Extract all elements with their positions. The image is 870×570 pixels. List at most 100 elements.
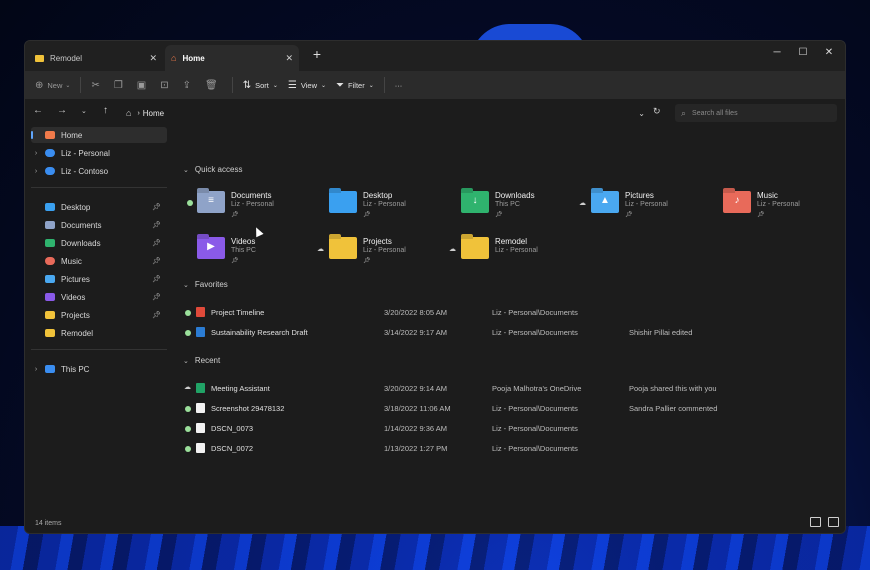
delete-button[interactable]: 🗑 — [205, 80, 222, 91]
rename-button[interactable]: ⊡ — [160, 80, 172, 91]
refresh-button[interactable]: ↻ — [653, 106, 661, 117]
chevron-right-icon[interactable]: › — [31, 366, 41, 373]
pin-icon[interactable]: 📌︎ — [152, 221, 161, 229]
tab-remodel[interactable]: Remodel ✕ — [29, 45, 163, 71]
sort-button[interactable]: ⇅ Sort ⌄ — [243, 80, 278, 91]
file-activity: Shishir Pillai edited — [629, 328, 693, 337]
table-row[interactable]: DSCN_0072 1/13/2022 1:27 PM Liz - Person… — [183, 442, 843, 456]
tab-label: Remodel — [50, 53, 83, 63]
close-window-button[interactable]: ✕ — [819, 47, 839, 58]
pin-icon[interactable]: 📌︎ — [152, 293, 161, 301]
sidebar-item-label: This PC — [61, 364, 90, 374]
pin-icon[interactable]: 📌︎ — [152, 239, 161, 247]
sidebar-item-music[interactable]: Music 📌︎ — [31, 253, 167, 269]
pin-icon[interactable]: 📌︎ — [152, 203, 161, 211]
search-input[interactable]: ⌕ Search all files — [675, 104, 837, 122]
file-location: Liz - Personal\Documents — [492, 424, 578, 433]
sidebar-item-desktop[interactable]: Desktop 📌︎ — [31, 199, 167, 215]
details-view-icon[interactable] — [810, 517, 821, 527]
table-row[interactable]: DSCN_0073 1/14/2022 9:36 AM Liz - Person… — [183, 422, 843, 436]
sidebar-item-liz-personal[interactable]: › Liz - Personal — [31, 145, 167, 161]
quick-access-downloads[interactable]: ↓ Downloads This PC 📌︎ — [449, 189, 577, 225]
sidebar-item-label: Desktop — [61, 202, 91, 212]
music-folder-icon: ♪ — [723, 191, 751, 213]
table-row[interactable]: Screenshot 29478132 3/18/2022 11:06 AM L… — [183, 402, 843, 416]
cut-button[interactable]: ✂ — [91, 80, 103, 91]
copy-button[interactable]: ❐ — [114, 80, 127, 91]
filter-button[interactable]: ⏷ Filter ⌄ — [336, 80, 374, 91]
quick-access-music[interactable]: ♪ Music Liz - Personal 📌︎ — [711, 189, 839, 225]
trash-icon: 🗑 — [205, 79, 218, 91]
quick-access-videos[interactable]: ▶ Videos This PC 📌︎ — [185, 235, 313, 271]
quick-access-desktop[interactable]: Desktop Liz - Personal 📌︎ — [317, 189, 445, 225]
home-icon: ⌂ — [171, 53, 177, 63]
file-name: Meeting Assistant — [211, 384, 270, 393]
share-button[interactable]: ⇪ — [183, 80, 195, 91]
view-button[interactable]: ☰ View ⌄ — [288, 80, 326, 91]
sidebar-item-pictures[interactable]: Pictures 📌︎ — [31, 271, 167, 287]
recent-locations-button[interactable]: ⌄ — [81, 107, 87, 115]
file-date: 3/18/2022 11:06 AM — [384, 404, 451, 413]
item-name: Videos — [231, 237, 256, 246]
cloud-status-icon: ☁ — [449, 246, 456, 253]
breadcrumb[interactable]: Home — [143, 109, 164, 118]
item-location: Liz - Personal — [495, 247, 538, 254]
sidebar-item-remodel[interactable]: Remodel — [31, 325, 167, 341]
forward-button[interactable]: → — [57, 105, 67, 116]
sidebar-item-label: Home — [61, 130, 83, 140]
file-name: Project Timeline — [211, 308, 265, 317]
tiles-view-icon[interactable] — [828, 517, 839, 527]
status-bar-count: 14 items — [35, 520, 62, 527]
close-tab-icon[interactable]: ✕ — [285, 53, 293, 64]
sidebar-item-documents[interactable]: Documents 📌︎ — [31, 217, 167, 233]
sidebar-item-this-pc[interactable]: › This PC — [31, 361, 167, 377]
minimize-button[interactable]: ─ — [767, 47, 787, 58]
sidebar-item-label: Remodel — [61, 328, 94, 338]
onedrive-icon — [45, 149, 55, 157]
quick-access-projects[interactable]: ☁ Projects Liz - Personal 📌︎ — [317, 235, 445, 271]
sidebar-item-projects[interactable]: Projects 📌︎ — [31, 307, 167, 323]
divider — [31, 187, 167, 188]
tab-home[interactable]: ⌂ Home ✕ — [165, 45, 299, 71]
computer-icon — [45, 365, 55, 373]
more-options-button[interactable]: ··· — [395, 81, 403, 90]
back-button[interactable]: ← — [33, 105, 43, 116]
pin-icon: 📌︎ — [625, 212, 633, 218]
chevron-right-icon[interactable]: › — [31, 168, 41, 175]
address-bar[interactable]: ⌂ › Home ⌄ — [123, 104, 645, 122]
quick-access-remodel[interactable]: ☁ Remodel Liz - Personal — [449, 235, 577, 271]
navigation-pane: Home › Liz - Personal › Liz - Contoso De… — [25, 127, 173, 533]
sidebar-item-videos[interactable]: Videos 📌︎ — [31, 289, 167, 305]
file-activity: Pooja shared this with you — [629, 384, 717, 393]
pin-icon[interactable]: 📌︎ — [152, 311, 161, 319]
table-row[interactable]: ☁ Meeting Assistant 3/20/2022 9:14 AM Po… — [183, 382, 843, 396]
address-dropdown-icon[interactable]: ⌄ — [638, 109, 645, 118]
up-button[interactable]: ↑ — [103, 105, 108, 116]
file-date: 3/14/2022 9:17 AM — [384, 328, 447, 337]
divider — [31, 349, 167, 350]
cloud-status-icon: ☁ — [184, 384, 191, 391]
chevron-right-icon[interactable]: › — [31, 150, 41, 157]
close-tab-icon[interactable]: ✕ — [149, 53, 157, 64]
sidebar-item-home[interactable]: Home — [31, 127, 167, 143]
pin-icon[interactable]: 📌︎ — [152, 275, 161, 283]
pin-icon[interactable]: 📌︎ — [152, 257, 161, 265]
sidebar-item-label: Projects — [61, 310, 90, 320]
table-row[interactable]: Project Timeline 3/20/2022 8:05 AM Liz -… — [183, 306, 843, 320]
pin-icon: 📌︎ — [231, 258, 239, 264]
file-location: Pooja Malhotra's OneDrive — [492, 384, 582, 393]
paste-button[interactable]: ▣ — [137, 80, 150, 91]
table-row[interactable]: Sustainability Research Draft 3/14/2022 … — [183, 326, 843, 340]
new-button[interactable]: ⊕ New ⌄ — [35, 80, 70, 91]
quick-access-header[interactable]: ⌄ Quick access — [183, 165, 242, 174]
sidebar-item-liz-contoso[interactable]: › Liz - Contoso — [31, 163, 167, 179]
maximize-button[interactable]: ☐ — [793, 47, 813, 58]
quick-access-pictures[interactable]: ☁ ▲ Pictures Liz - Personal 📌︎ — [579, 189, 707, 225]
item-location: This PC — [231, 247, 256, 254]
quick-access-documents[interactable]: ≡ Documents Liz - Personal 📌︎ — [185, 189, 313, 225]
sidebar-item-downloads[interactable]: Downloads 📌︎ — [31, 235, 167, 251]
favorites-header[interactable]: ⌄ Favorites — [183, 280, 228, 289]
pin-icon: 📌︎ — [363, 258, 371, 264]
new-tab-button[interactable]: + — [307, 46, 327, 62]
recent-header[interactable]: ⌄ Recent — [183, 356, 220, 365]
